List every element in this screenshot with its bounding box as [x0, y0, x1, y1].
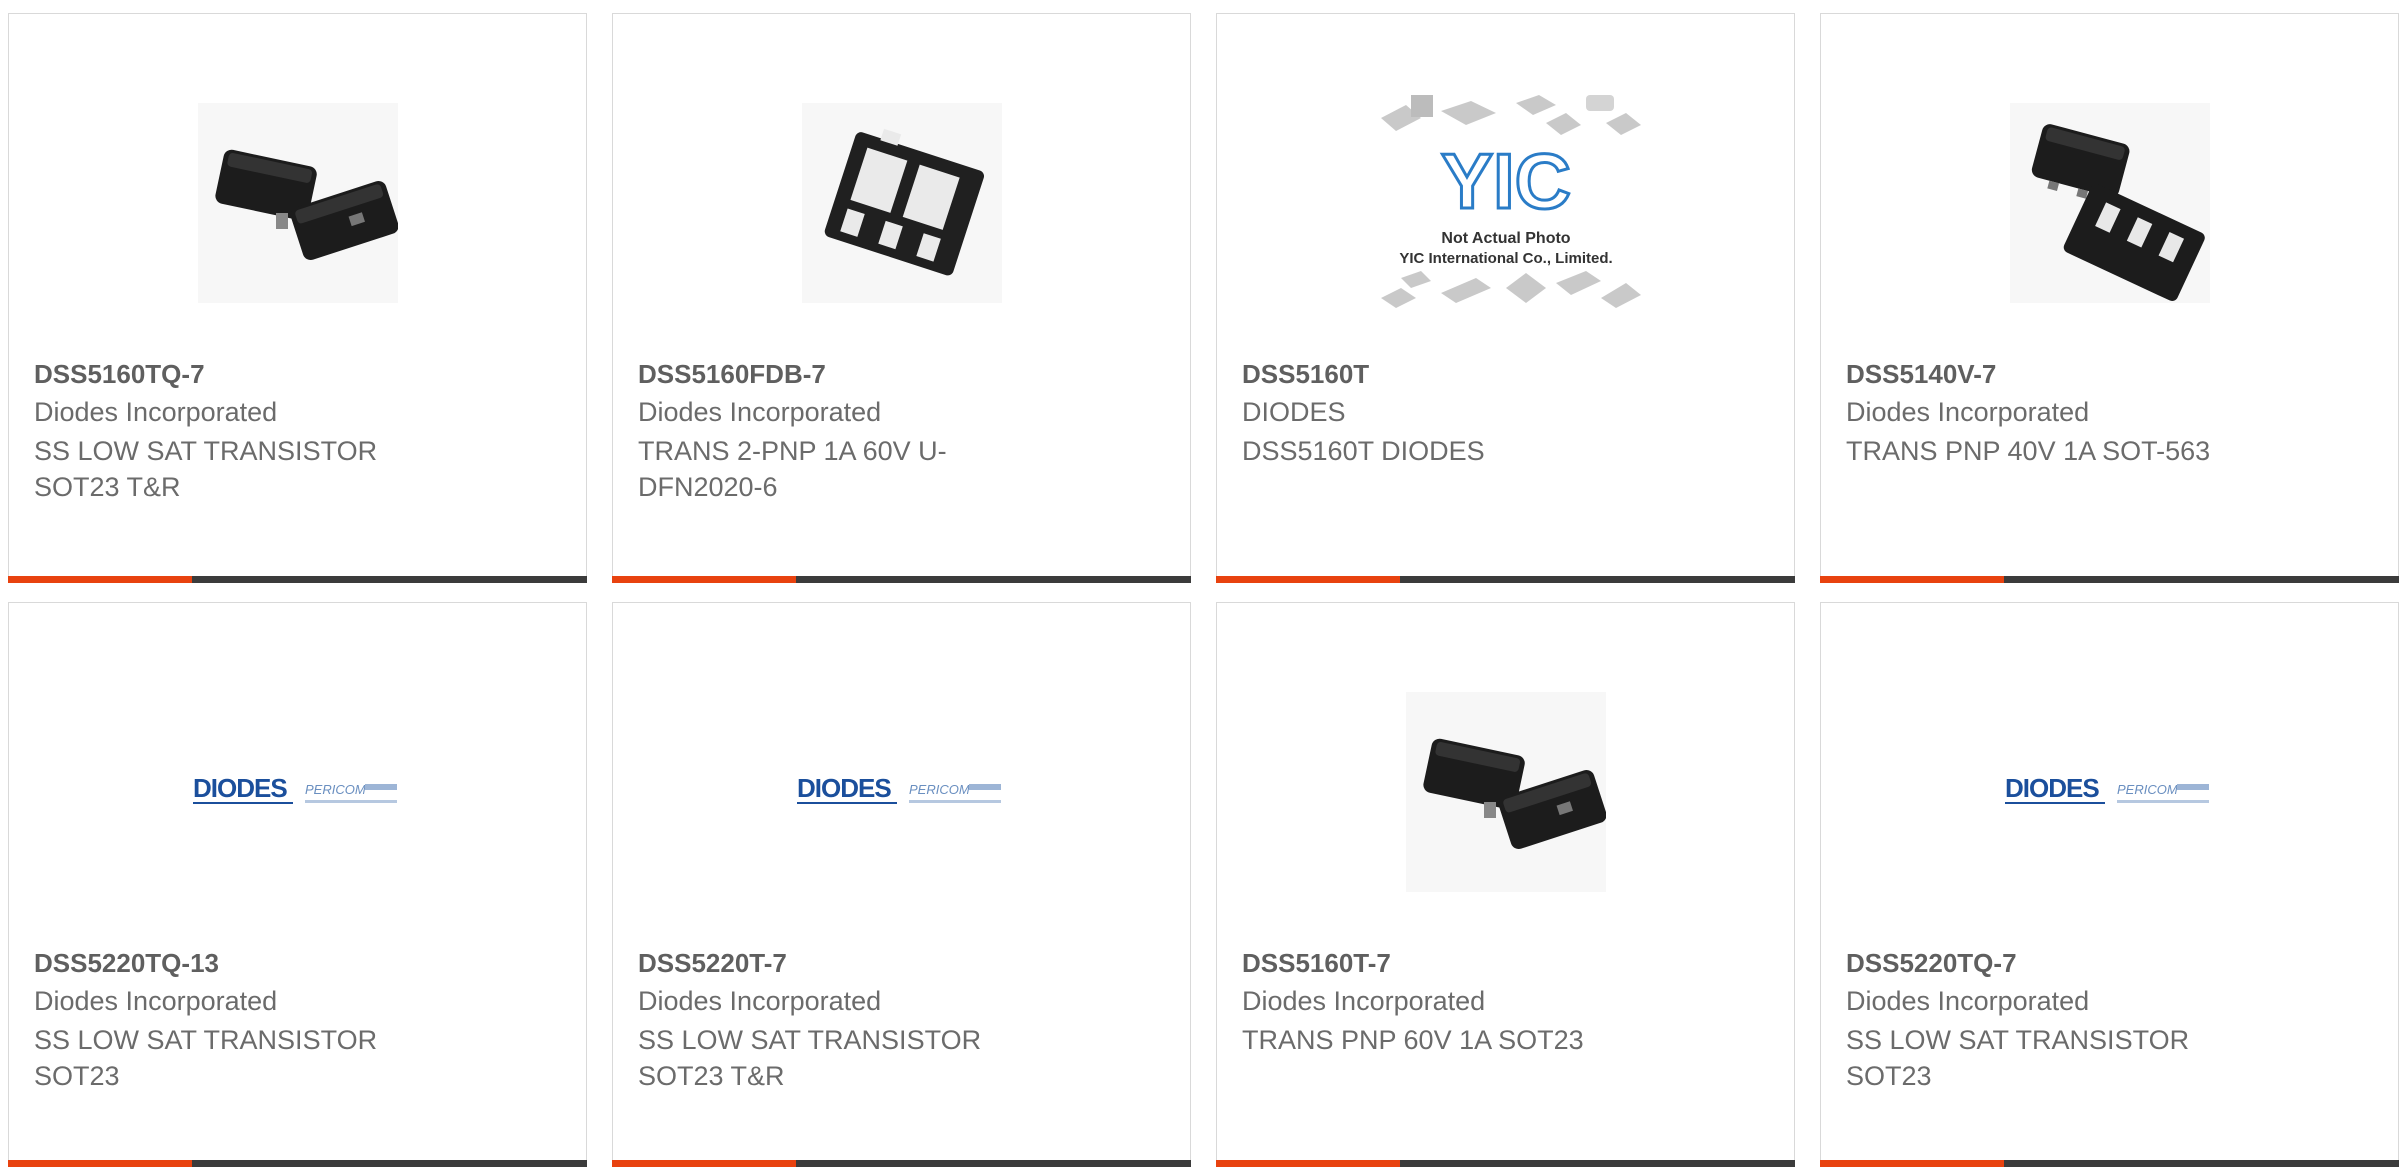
product-card[interactable]: DIODES PERICOM DSS5220TQ-7 Diodes Incorp… [1820, 602, 2399, 1167]
card-bottom-bar [8, 576, 587, 583]
diodes-pericom-logo: DIODES PERICOM [2004, 773, 2209, 804]
product-card[interactable]: DSS5160T-7 Diodes Incorporated TRANS PNP… [1216, 602, 1795, 1167]
product-image[interactable] [613, 76, 1190, 330]
not-actual-photo-placeholder: YIC Not Actual Photo YIC International C… [1380, 95, 1641, 308]
card-bottom-bar [1820, 1160, 2399, 1167]
description: TRANS PNP 40V 1A SOT-563 [1846, 436, 2211, 466]
sot23-package-icon [197, 103, 398, 303]
diodes-pericom-logo: DIODES PERICOM [192, 773, 397, 804]
manufacturer: Diodes Incorporated [34, 397, 278, 427]
udfn-package-icon [801, 103, 1002, 303]
part-number[interactable]: DSS5160T-7 [1242, 948, 1391, 979]
placeholder-line-1: Not Actual Photo [1441, 230, 1570, 247]
card-accent-bar [1216, 576, 1400, 583]
product-card[interactable]: DIODES PERICOM DSS5220T-7 Diodes Incorpo… [612, 602, 1191, 1167]
card-bottom-bar [612, 1160, 1191, 1167]
card-bottom-bar [612, 576, 1191, 583]
description: DSS5160T DIODES [1242, 436, 1485, 466]
manufacturer: Diodes Incorporated [1846, 397, 2090, 427]
card-accent-bar [1820, 1160, 2004, 1167]
manufacturer: Diodes Incorporated [1242, 986, 1486, 1016]
part-number[interactable]: DSS5140V-7 [1846, 359, 1996, 390]
product-card[interactable]: DSS5160FDB-7 Diodes Incorporated TRANS 2… [612, 13, 1191, 583]
card-bottom-bar [1820, 576, 2399, 583]
card-accent-bar [612, 1160, 796, 1167]
svg-text:PERICOM: PERICOM [909, 782, 970, 797]
part-number[interactable]: DSS5220TQ-7 [1846, 948, 2017, 979]
card-bottom-bar [1216, 1160, 1795, 1167]
svg-text:DIODES: DIODES [2005, 773, 2099, 803]
manufacturer: Diodes Incorporated [638, 397, 882, 427]
product-card[interactable]: YIC Not Actual Photo YIC International C… [1216, 13, 1795, 583]
product-card[interactable]: DSS5140V-7 Diodes Incorporated TRANS PNP… [1820, 13, 2399, 583]
svg-text:PERICOM: PERICOM [305, 782, 366, 797]
card-accent-bar [1216, 1160, 1400, 1167]
product-image[interactable]: DIODES PERICOM [1821, 665, 2398, 919]
product-image[interactable] [1217, 665, 1794, 919]
description: SS LOW SAT TRANSISTOR SOT23 [1846, 1025, 2190, 1091]
product-image[interactable]: DIODES PERICOM [9, 665, 586, 919]
manufacturer: Diodes Incorporated [34, 986, 278, 1016]
manufacturer: Diodes Incorporated [638, 986, 882, 1016]
description: TRANS 2-PNP 1A 60V U-DFN2020-6 [638, 436, 947, 502]
product-grid: DSS5160TQ-7 Diodes Incorporated SS LOW S… [0, 0, 2400, 1167]
card-accent-bar [1820, 576, 2004, 583]
product-image[interactable]: DIODES PERICOM [613, 665, 1190, 919]
manufacturer: Diodes Incorporated [1846, 986, 2090, 1016]
description: TRANS PNP 60V 1A SOT23 [1242, 1025, 1584, 1055]
part-number[interactable]: DSS5160T [1242, 359, 1369, 390]
part-number[interactable]: DSS5220TQ-13 [34, 948, 219, 979]
part-number[interactable]: DSS5160FDB-7 [638, 359, 826, 390]
description: SS LOW SAT TRANSISTOR SOT23 T&R [34, 436, 378, 502]
product-image[interactable] [9, 76, 586, 330]
card-bottom-bar [8, 1160, 587, 1167]
svg-text:DIODES: DIODES [797, 773, 891, 803]
card-accent-bar [612, 576, 796, 583]
part-number[interactable]: DSS5220T-7 [638, 948, 787, 979]
card-accent-bar [8, 1160, 192, 1167]
placeholder-line-2: YIC International Co., Limited. [1399, 250, 1612, 267]
product-image[interactable]: YIC Not Actual Photo YIC International C… [1217, 76, 1794, 330]
description: SS LOW SAT TRANSISTOR SOT23 T&R [638, 1025, 982, 1091]
yic-logo: YIC [1440, 137, 1570, 225]
svg-text:PERICOM: PERICOM [2117, 782, 2178, 797]
product-image[interactable] [1821, 76, 2398, 330]
sot23-package-icon [1405, 692, 1606, 892]
part-number[interactable]: DSS5160TQ-7 [34, 359, 205, 390]
manufacturer: DIODES [1242, 397, 1346, 427]
product-card[interactable]: DSS5160TQ-7 Diodes Incorporated SS LOW S… [8, 13, 587, 583]
diodes-pericom-logo: DIODES PERICOM [796, 773, 1001, 804]
sot563-package-icon [2009, 103, 2210, 303]
card-bottom-bar [1216, 576, 1795, 583]
card-accent-bar [8, 576, 192, 583]
product-card[interactable]: DIODES PERICOM DSS5220TQ-13 Diodes Incor… [8, 602, 587, 1167]
description: SS LOW SAT TRANSISTOR SOT23 [34, 1025, 378, 1091]
svg-text:DIODES: DIODES [193, 773, 287, 803]
